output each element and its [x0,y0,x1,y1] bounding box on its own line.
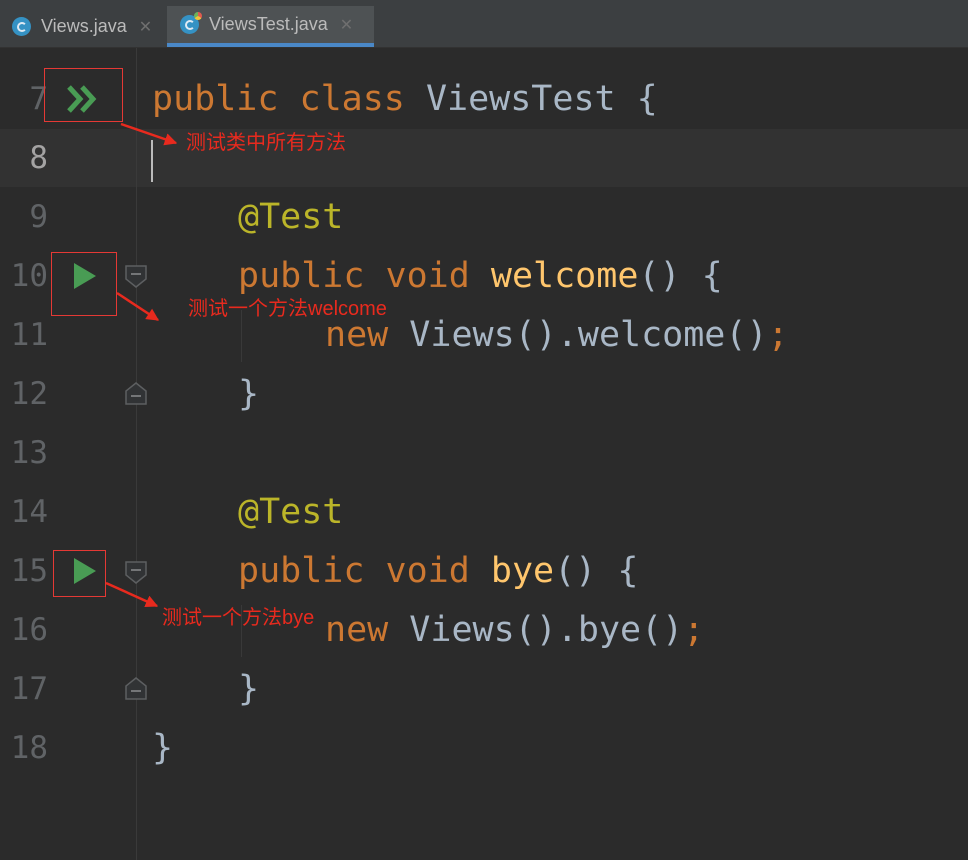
annotation-label-run-bye: 测试一个方法bye [162,607,315,629]
annotation-label-run-all: 测试类中所有方法 [186,132,346,154]
annotation-arrows [105,122,178,608]
annotation-label-run-welcome: 测试一个方法welcome [188,298,387,320]
arrow-run-welcome [116,291,160,322]
arrow-run-all [120,122,178,146]
arrow-run-bye [105,581,159,608]
